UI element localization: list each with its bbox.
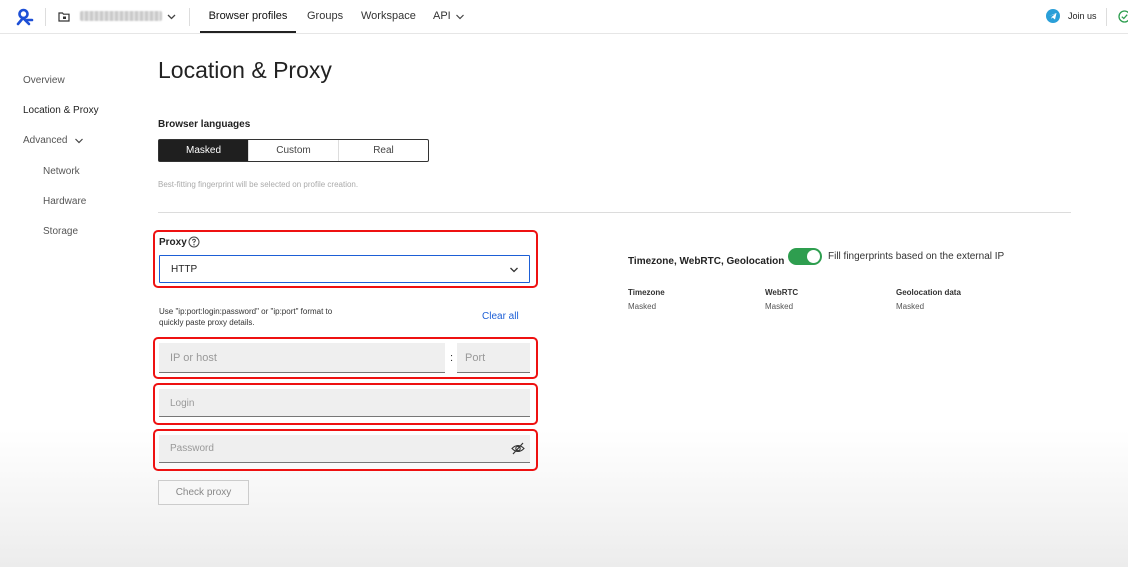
sidebar-item-advanced[interactable]: Advanced bbox=[23, 135, 67, 146]
proxy-type-select[interactable]: HTTP bbox=[159, 255, 530, 283]
toggle-knob bbox=[807, 250, 820, 263]
check-circle-icon[interactable] bbox=[1118, 10, 1128, 23]
sidebar-item-network[interactable]: Network bbox=[43, 166, 80, 177]
timezone-value: Masked bbox=[628, 302, 657, 311]
browser-languages-label: Browser languages bbox=[158, 119, 251, 130]
ip-host-placeholder: IP or host bbox=[170, 352, 217, 364]
segment-masked[interactable]: Masked bbox=[159, 140, 249, 161]
ip-port-separator: : bbox=[450, 352, 454, 364]
webrtc-header: WebRTC bbox=[765, 288, 799, 297]
check-proxy-button[interactable]: Check proxy bbox=[158, 480, 249, 505]
sidebar-item-hardware[interactable]: Hardware bbox=[43, 196, 86, 207]
tab-browser-profiles[interactable]: Browser profiles bbox=[200, 0, 296, 33]
logo-icon[interactable] bbox=[16, 8, 34, 26]
segment-real[interactable]: Real bbox=[339, 140, 428, 161]
ip-host-input[interactable]: IP or host bbox=[159, 343, 445, 373]
port-input[interactable]: Port bbox=[457, 343, 530, 373]
join-us-link[interactable]: Join us bbox=[1068, 11, 1097, 21]
segment-custom[interactable]: Custom bbox=[249, 140, 339, 161]
sidebar-item-overview[interactable]: Overview bbox=[23, 75, 65, 86]
tab-api[interactable]: API bbox=[433, 0, 451, 33]
geolocation-header: Geolocation data bbox=[896, 288, 961, 297]
proxy-type-value: HTTP bbox=[171, 264, 198, 275]
tab-groups[interactable]: Groups bbox=[307, 0, 343, 33]
chevron-down-icon[interactable] bbox=[166, 11, 177, 22]
tab-workspace[interactable]: Workspace bbox=[361, 0, 416, 33]
timezone-header: Timezone bbox=[628, 288, 665, 297]
geolocation-value: Masked bbox=[896, 302, 925, 311]
password-input[interactable]: Password bbox=[159, 435, 530, 463]
page-title: Location & Proxy bbox=[158, 57, 332, 83]
sidebar-item-location-proxy[interactable]: Location & Proxy bbox=[23, 105, 99, 116]
clear-all-link[interactable]: Clear all bbox=[482, 311, 519, 322]
divider bbox=[189, 8, 190, 26]
fill-fingerprints-label: Fill fingerprints based on the external … bbox=[828, 251, 1005, 262]
proxy-label: Proxy bbox=[159, 237, 187, 248]
chevron-down-icon[interactable] bbox=[455, 12, 465, 22]
workspace-name-blurred[interactable] bbox=[80, 11, 162, 21]
divider bbox=[45, 8, 46, 26]
webrtc-value: Masked bbox=[765, 302, 794, 311]
port-placeholder: Port bbox=[465, 352, 486, 364]
chevron-down-icon bbox=[510, 267, 518, 273]
sidebar-item-storage[interactable]: Storage bbox=[43, 226, 78, 237]
password-placeholder: Password bbox=[170, 443, 214, 454]
fingerprint-section-title: Timezone, WebRTC, Geolocation bbox=[628, 256, 785, 267]
top-bar: Browser profiles Groups Workspace API Jo… bbox=[0, 0, 1128, 34]
telegram-icon[interactable] bbox=[1046, 9, 1060, 23]
proxy-paste-hint: Use "ip:port:login:password" or "ip:port… bbox=[159, 307, 333, 327]
login-placeholder: Login bbox=[170, 398, 195, 409]
folder-icon[interactable] bbox=[58, 11, 70, 22]
divider bbox=[1106, 8, 1107, 26]
help-circle-icon[interactable] bbox=[188, 236, 200, 248]
browser-languages-segmented-control: Masked Custom Real bbox=[158, 139, 429, 162]
browser-languages-hint: Best-fitting fingerprint will be selecte… bbox=[158, 180, 359, 189]
chevron-down-icon[interactable] bbox=[74, 136, 84, 146]
eye-off-icon[interactable] bbox=[511, 442, 525, 455]
fill-fingerprints-toggle[interactable] bbox=[788, 248, 822, 265]
login-input[interactable]: Login bbox=[159, 389, 530, 417]
section-divider bbox=[158, 212, 1071, 213]
